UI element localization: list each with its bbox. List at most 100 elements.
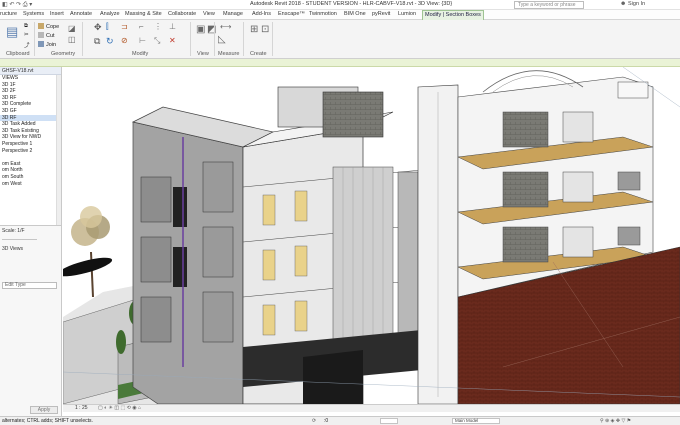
edit-type-dropdown[interactable]: Edit Type — [2, 282, 57, 289]
browser-item[interactable]: om East — [0, 161, 61, 168]
measure-icon[interactable]: ⟷ — [220, 22, 231, 31]
tab-enscape[interactable]: Enscape™ — [278, 11, 305, 17]
align-icon[interactable]: ⫿ — [106, 22, 109, 32]
sign-in-link[interactable]: Sign In — [628, 1, 645, 7]
status-hint: alternates; CTRL adds; SHIFT unselects. — [2, 418, 93, 424]
tab-structure[interactable]: ructure — [0, 11, 17, 17]
user-icon: ☻ — [620, 1, 627, 7]
browser-item[interactable]: Perspective 1 — [0, 141, 61, 148]
browser-item-selected[interactable]: 3D RF — [0, 114, 61, 122]
join-icon — [38, 41, 44, 47]
design-option-field[interactable]: Main Model — [452, 418, 500, 424]
view-control-bar: 1 : 25 ▢ ◐ ☀ ◫ ⬚ ⟲ ◉ ⌂ — [63, 404, 680, 412]
tab-pyrevit[interactable]: pyRevit — [372, 11, 390, 17]
match-type-icon[interactable]: ⤴ — [24, 41, 30, 49]
tab-systems[interactable]: Systems — [23, 11, 44, 17]
tree-icon — [71, 206, 110, 298]
browser-item[interactable]: om West — [0, 181, 61, 188]
browser-spacer — [0, 154, 61, 161]
search-input[interactable]: Type a keyword or phrase — [514, 1, 584, 9]
create-similar-icon[interactable]: ⊞ — [250, 24, 258, 35]
3d-viewport[interactable] — [63, 67, 680, 404]
move-icon[interactable]: ✥ — [94, 22, 102, 33]
split-icon[interactable]: ⊢ — [139, 36, 146, 45]
window-title: Autodesk Revit 2018 - STUDENT VERSION - … — [250, 1, 453, 7]
quick-access-toolbar[interactable]: ◧ ↶ ↷ ⎙ ▾ — [2, 1, 32, 9]
trim-icon[interactable]: ⌐ — [139, 22, 144, 31]
browser-item[interactable]: 3D 1F — [0, 82, 61, 89]
tab-modify-section-boxes[interactable]: Modify | Section Boxes — [422, 10, 484, 20]
worksharing-icon[interactable]: ⟳ — [312, 417, 316, 425]
pin-icon[interactable]: ⊥ — [169, 22, 176, 31]
browser-item[interactable]: 3D View for NWD — [0, 134, 61, 141]
ribbon-separator — [272, 22, 273, 56]
cut-icon — [38, 32, 44, 38]
project-browser: GHSF-V18.rvt VIEWS 3D 1F 3D 2F 3D RF 3D … — [0, 67, 62, 225]
split-face-icon[interactable]: ◫ — [68, 35, 76, 44]
status-count: :0 — [324, 418, 329, 424]
browser-item[interactable]: 3D Task Added — [0, 121, 61, 128]
cope-button[interactable]: Cope — [38, 23, 59, 30]
browser-item[interactable]: 3D 2F — [0, 88, 61, 95]
tab-collaborate[interactable]: Collaborate — [168, 11, 196, 17]
ribbon-tabs: ructure Systems Insert Annotate Analyze … — [0, 10, 680, 20]
join-button[interactable]: Join — [38, 41, 56, 48]
workset-field[interactable] — [380, 418, 398, 424]
clipboard-cut-icon[interactable]: ✂ — [24, 32, 29, 38]
measure-panel-label: Measure — [218, 51, 240, 57]
browser-item[interactable]: 3D Complete — [0, 101, 61, 108]
browser-views-node[interactable]: VIEWS — [0, 75, 61, 82]
tab-manage[interactable]: Manage — [223, 11, 243, 17]
tab-annotate[interactable]: Annotate — [70, 11, 92, 17]
apply-button[interactable]: Apply — [30, 406, 58, 414]
cope-icon — [38, 23, 44, 29]
browser-item[interactable]: 3D RF — [0, 95, 61, 102]
selection-filter-icons[interactable]: ⚲ ⊕ ◈ ✥ ▽ ⚑ — [600, 417, 631, 425]
browser-item[interactable]: om North — [0, 167, 61, 174]
browser-item[interactable]: 3D Task Existing — [0, 128, 61, 135]
tab-insert[interactable]: Insert — [50, 11, 64, 17]
create-panel-label: Create — [250, 51, 267, 57]
tab-lumion[interactable]: Lumion — [398, 11, 416, 17]
rotate-icon[interactable]: ↻ — [106, 36, 114, 47]
ribbon-separator — [243, 22, 244, 56]
status-bar: alternates; CTRL adds; SHIFT unselects. … — [0, 416, 680, 425]
tab-analyze[interactable]: Analyze — [100, 11, 120, 17]
browser-item[interactable]: 3D GF — [0, 108, 61, 115]
project-browser-header: GHSF-V18.rvt — [0, 67, 61, 75]
browser-item[interactable]: Perspective 2 — [0, 148, 61, 155]
mirror-icon[interactable]: ⊘ — [121, 36, 128, 45]
tab-bim-one[interactable]: BIM One — [344, 11, 366, 17]
paint-icon[interactable]: ◪ — [68, 24, 76, 33]
cope-label: Cope — [46, 24, 60, 30]
modify-panel-label: Modify — [132, 51, 149, 57]
offset-icon[interactable]: ⊐ — [121, 22, 128, 31]
view-panel-label: View — [197, 51, 209, 57]
tab-add-ins[interactable]: Add-Ins — [252, 11, 271, 17]
view-override-icon[interactable]: ◩ — [207, 24, 216, 35]
title-bar: ◧ ↶ ↷ ⎙ ▾ Autodesk Revit 2018 - STUDENT … — [0, 0, 680, 10]
scale-label: Scale: 1/F — [2, 228, 25, 234]
browser-item[interactable]: om South — [0, 174, 61, 181]
props-divider: ——————— — [2, 237, 37, 243]
cut-label: Cut — [46, 33, 55, 39]
cut-button[interactable]: Cut — [38, 32, 55, 39]
ribbon: ▤ ⧉ ✂ ⤴ Clipboard Cope Cut Join ◪ ◫ Geom… — [0, 20, 680, 59]
delete-icon[interactable]: ✕ — [169, 36, 176, 45]
view-hide-icon[interactable]: ▣ — [196, 24, 205, 35]
ribbon-separator — [214, 22, 215, 56]
browser-scrollbar[interactable] — [56, 75, 61, 225]
tab-massing-site[interactable]: Massing & Site — [125, 11, 162, 17]
array-icon[interactable]: ⋮ — [154, 22, 162, 31]
tab-view[interactable]: View — [203, 11, 215, 17]
scale-icon[interactable]: ⤡ — [154, 36, 160, 46]
create-group-icon[interactable]: ⊡ — [261, 24, 269, 35]
paste-icon[interactable]: ▤ — [6, 24, 18, 40]
tab-twinmotion[interactable]: Twinmotion — [309, 11, 337, 17]
view-control-icons[interactable]: ▢ ◐ ☀ ◫ ⬚ ⟲ ◉ ⌂ — [98, 405, 141, 412]
dimension-icon[interactable]: ◺ — [218, 34, 226, 45]
clipboard-copy-icon[interactable]: ⧉ — [24, 23, 28, 30]
copy-icon[interactable]: ⧉ — [94, 36, 100, 47]
view-scale[interactable]: 1 : 25 — [75, 405, 88, 412]
geometry-panel-label: Geometry — [51, 51, 76, 57]
